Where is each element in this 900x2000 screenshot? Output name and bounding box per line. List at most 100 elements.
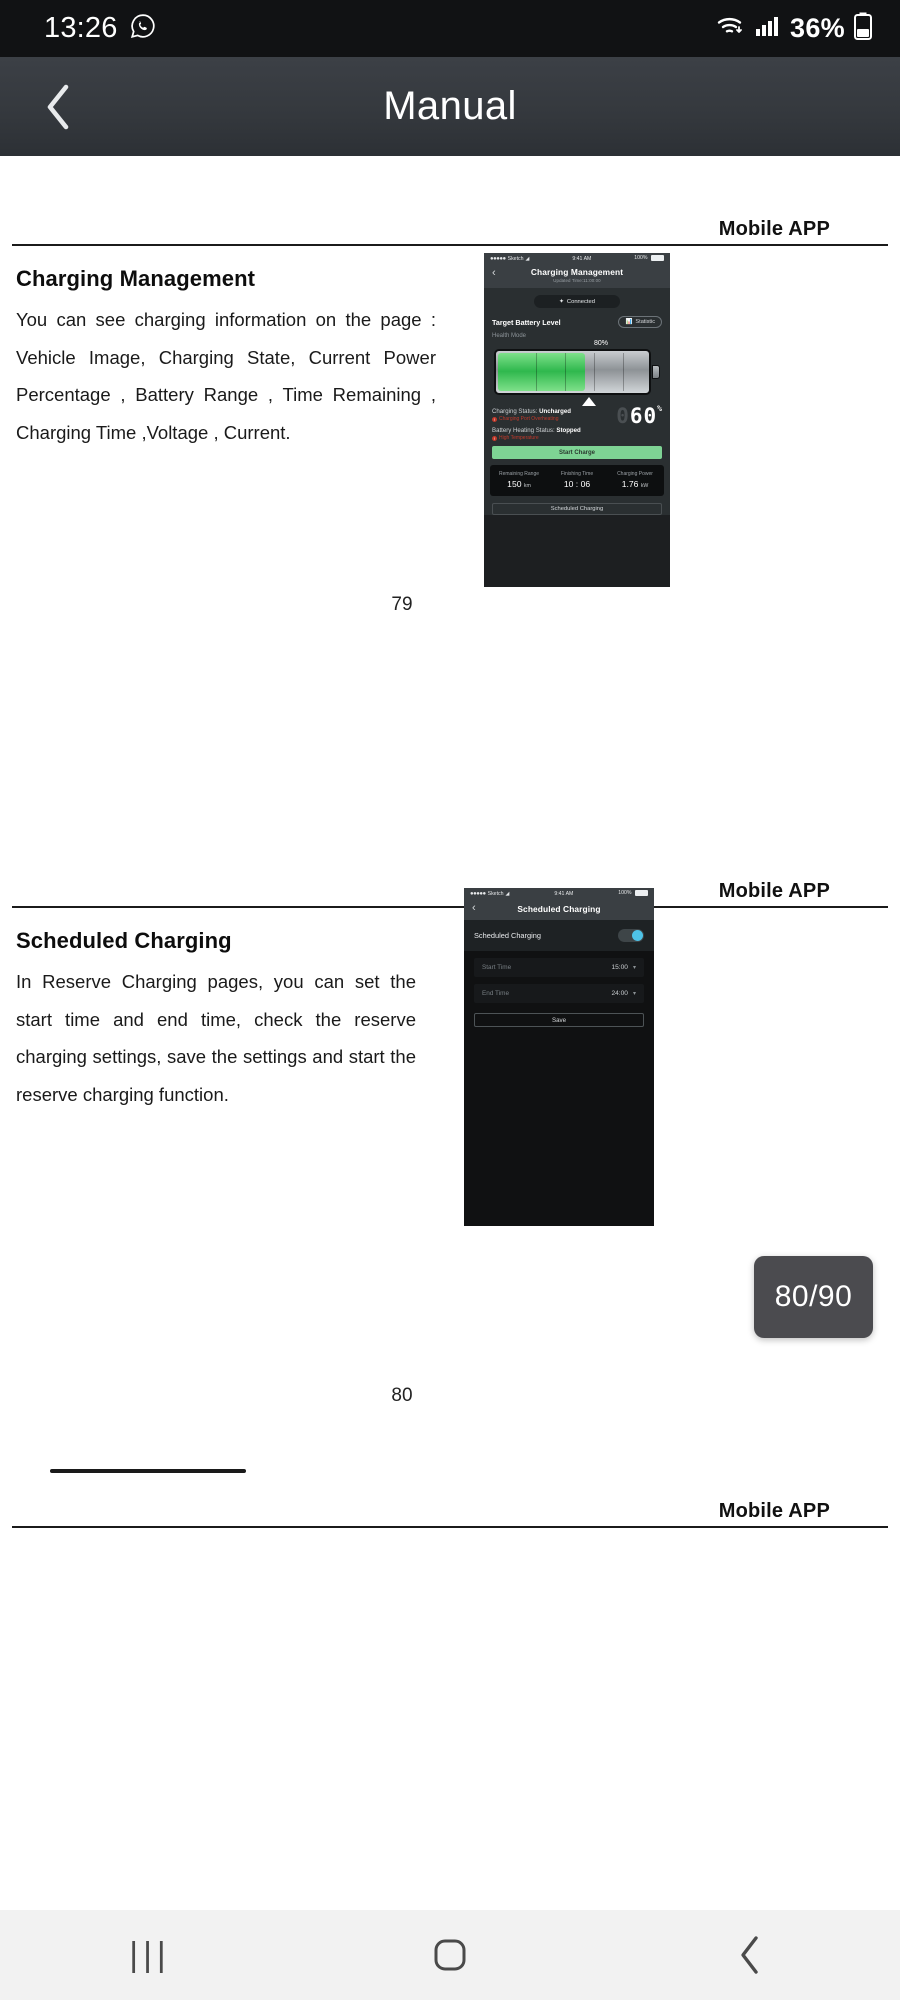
bar-chart-icon: 📊 (625, 319, 633, 325)
end-time-label: End Time (482, 990, 509, 997)
page-header-81: Mobile APP (0, 1476, 900, 1528)
heating-status-line: Battery Heating Status: Stopped (492, 427, 662, 434)
scheduled-charging-toggle-row[interactable]: Scheduled Charging (464, 920, 654, 951)
mock-carrier: ●●●●● Sketch ◢ (470, 891, 509, 897)
document-page-79: Mobile APP Charging Management You can s… (0, 156, 900, 856)
wifi-icon: ◢ (505, 890, 510, 897)
mock-nav-bar: ‹ Scheduled Charging (464, 899, 654, 920)
wifi-icon (716, 13, 746, 44)
target-battery-level-label: Target Battery Level (492, 317, 561, 327)
whatsapp-icon (130, 13, 156, 44)
back-chevron-icon (47, 84, 69, 129)
mock-content: ✦ Connected Target Battery Level 📊 Stati… (484, 288, 670, 515)
target-battery-row: Target Battery Level 📊 Statistic (484, 316, 670, 328)
stat-number: 1.76 (621, 479, 639, 489)
recents-button[interactable]: ||| (90, 1936, 210, 1975)
end-time-field[interactable]: End Time 24:00 ▾ (474, 984, 644, 1003)
mock-battery-group: 100% (634, 255, 664, 262)
wifi-icon: ◢ (525, 255, 530, 262)
stat-value: 150 km (490, 479, 548, 489)
back-nav-button[interactable] (690, 1934, 810, 1976)
start-time-label: Start Time (482, 964, 512, 971)
page-body-80: Scheduled Charging In Reserve Charging p… (0, 928, 900, 1114)
scheduled-charging-toggle[interactable] (618, 929, 644, 942)
battery-percent-label: 36% (790, 13, 845, 43)
mock-carrier: ●●●●● Sketch ◢ (490, 256, 529, 262)
statistic-button[interactable]: 📊 Statistic (618, 316, 662, 328)
mock-status-bar: ●●●●● Sketch ◢ 9:41 AM 100% (484, 253, 670, 264)
stat-finishing-time: Finishing Time 10 : 06 (548, 471, 606, 489)
charging-stats-row: Remaining Range 150 km Finishing Time 10… (490, 465, 664, 496)
document-page-81: Mobile APP (0, 1476, 900, 1596)
stat-remaining-range: Remaining Range 150 km (490, 471, 548, 489)
heating-status-label: Battery Heating Status: (492, 427, 555, 434)
stat-unit: kW (640, 483, 649, 489)
status-bar-left: 13:26 (44, 12, 156, 45)
connection-status-badge: ✦ Connected (534, 295, 620, 308)
home-button[interactable] (390, 1935, 510, 1975)
page-header-rule (12, 1526, 888, 1528)
stat-value: 1.76 kW (606, 479, 664, 489)
start-charge-button[interactable]: Start Charge (492, 446, 662, 459)
end-time-value-group: 24:00 ▾ (611, 990, 636, 997)
chevron-down-icon: ▾ (632, 965, 636, 971)
document-viewer[interactable]: Mobile APP Charging Management You can s… (0, 156, 900, 1910)
battery-icon (854, 12, 872, 45)
start-time-field[interactable]: Start Time 15:00 ▾ (474, 958, 644, 977)
page-header-title: Mobile APP (718, 1500, 830, 1522)
current-percent-display: 060% (616, 404, 663, 428)
page-indicator-toast: 80/90 (754, 1256, 873, 1338)
end-time-value: 24:00 (611, 990, 628, 997)
start-time-value-group: 15:00 ▾ (611, 964, 636, 971)
battery-gauge[interactable] (494, 349, 660, 406)
android-status-bar: 13:26 36% (0, 0, 900, 57)
scroll-progress-indicator[interactable] (50, 1469, 246, 1473)
mock-carrier-label: Sketch (507, 255, 524, 262)
section-paragraph-scheduled-charging: In Reserve Charging pages, you can set t… (16, 971, 416, 1106)
mock-battery-percent: 100% (634, 255, 648, 262)
stat-value: 10 : 06 (548, 479, 606, 489)
bluetooth-icon: ✦ (559, 298, 564, 305)
stat-label: Remaining Range (498, 471, 540, 477)
high-temperature-warning-label: High Temperature (499, 435, 539, 441)
cellular-signal-icon (755, 14, 781, 43)
document-page-80: Mobile APP Scheduled Charging In Reserve… (0, 856, 900, 1476)
home-icon (434, 1939, 466, 1971)
section-paragraph-charging-management: You can see charging information on the … (16, 309, 436, 444)
back-button[interactable] (36, 84, 80, 129)
charging-port-warning-label: Charging Port Overheating (499, 416, 559, 422)
figure-scheduled-charging: ●●●●● Sketch ◢ 9:41 AM 100% ‹ Scheduled … (464, 888, 654, 1226)
mock-battery-group: 100% (618, 890, 648, 897)
page-body-79: Charging Management You can see charging… (0, 266, 900, 452)
mock-nav-bar: ‹ Charging Management Updated Time:11:00… (484, 264, 670, 288)
stat-number: 150 (507, 479, 522, 489)
page-header-rule (12, 244, 888, 246)
scheduled-charging-button[interactable]: Scheduled Charging (492, 503, 662, 515)
health-mode-label: Health Mode (492, 333, 527, 339)
current-percent-unit: % (657, 404, 663, 413)
start-time-value: 15:00 (611, 964, 628, 971)
target-percent-label: 80% (593, 340, 608, 347)
toggle-knob (632, 930, 643, 941)
app-title-bar: Manual (0, 57, 900, 156)
mock-back-button[interactable]: ‹ (472, 903, 476, 914)
mock-content: Scheduled Charging Start Time 15:00 ▾ En… (464, 920, 654, 1226)
page-title: Manual (383, 84, 517, 128)
warning-icon: ! (492, 416, 497, 422)
mock-battery-icon (634, 890, 648, 896)
battery-segment-divider (564, 353, 566, 391)
android-navigation-bar: ||| (0, 1910, 900, 2000)
chevron-down-icon: ▾ (632, 991, 636, 997)
page-header-title: Mobile APP (718, 218, 830, 240)
mock-clock: 9:41 AM (572, 255, 592, 262)
warning-icon: ! (492, 435, 497, 441)
section-heading-scheduled-charging: Scheduled Charging (16, 928, 232, 953)
signal-dots-icon: ●●●●● (470, 890, 486, 897)
battery-segment-divider (535, 353, 537, 391)
save-button[interactable]: Save (474, 1013, 644, 1027)
mock-back-button[interactable]: ‹ (492, 268, 496, 279)
mock-battery-percent: 100% (618, 890, 632, 897)
status-bar-clock: 13:26 (44, 12, 118, 44)
section-heading-charging-management: Charging Management (16, 266, 256, 291)
charging-status-value: Uncharged (539, 408, 571, 415)
